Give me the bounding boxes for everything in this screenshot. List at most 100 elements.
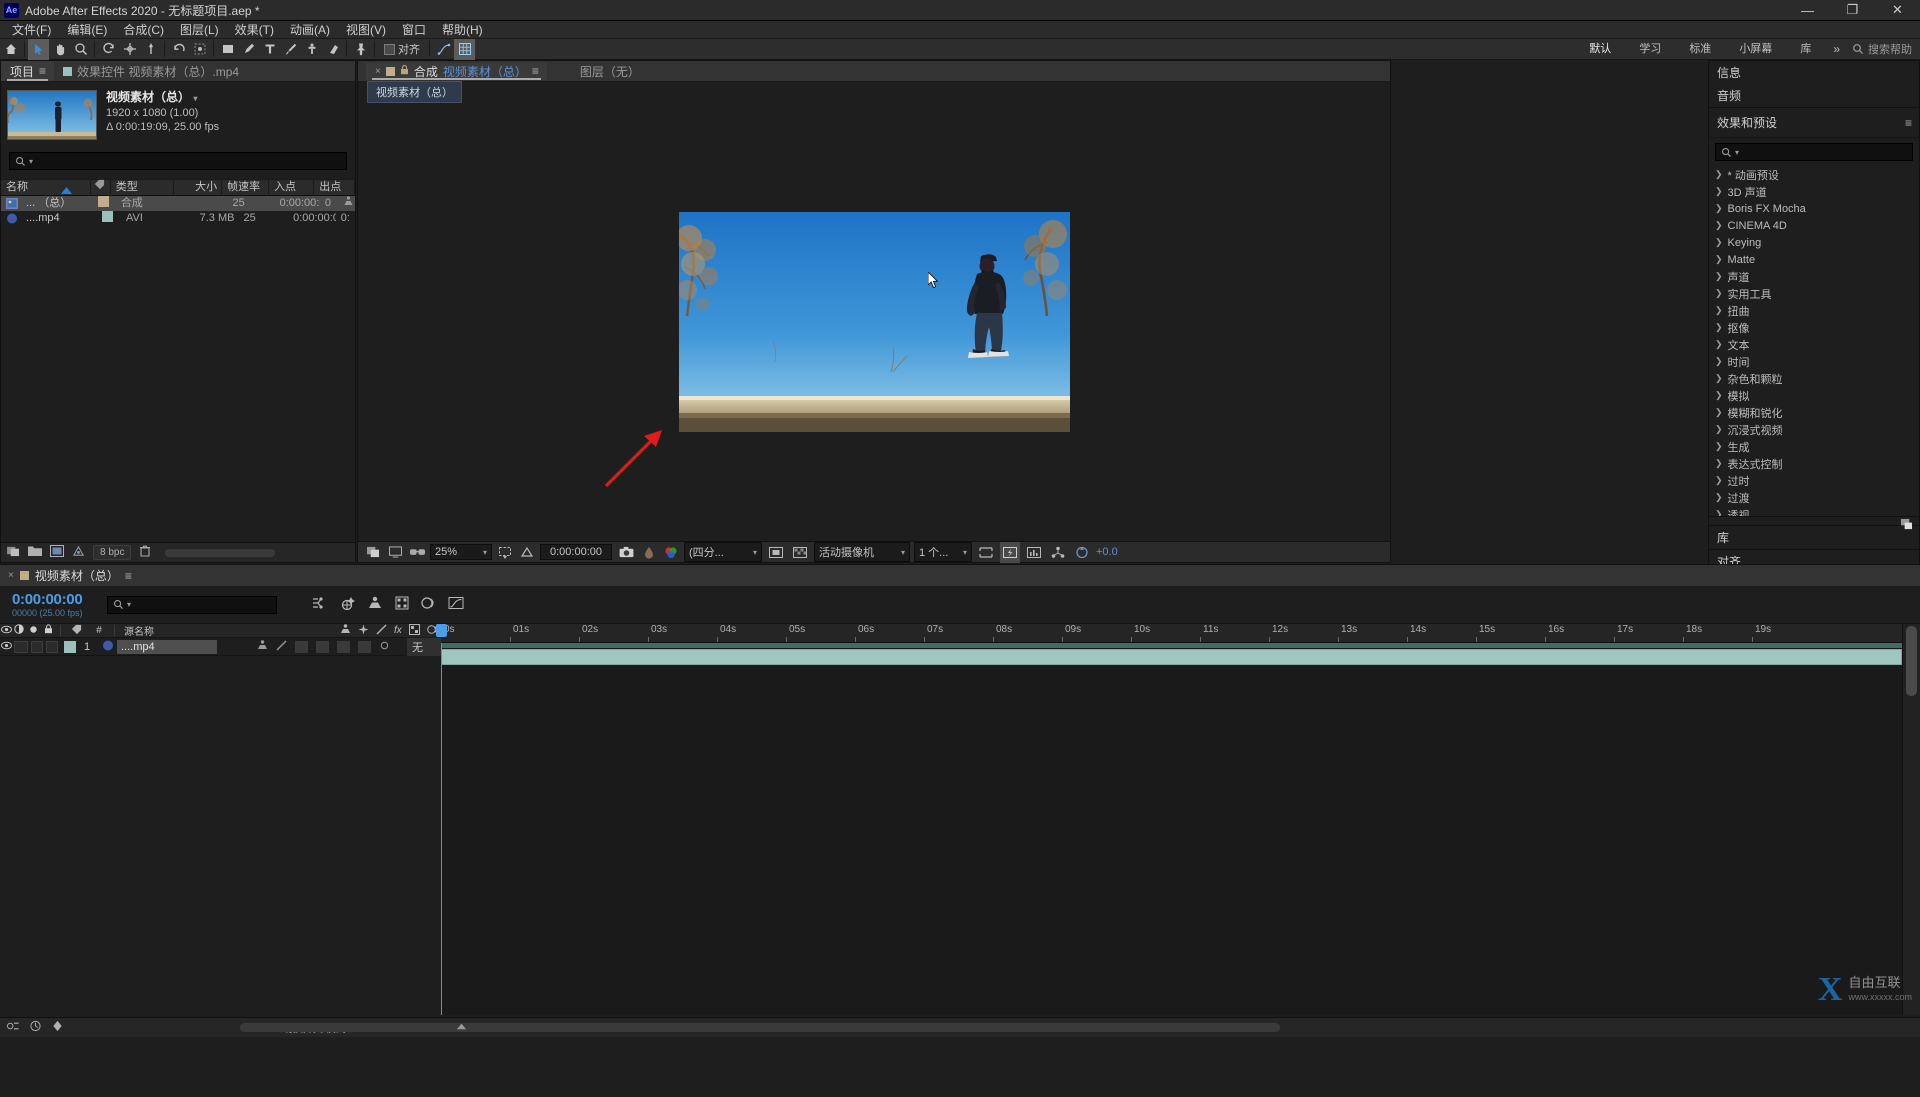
search-dropdown-icon[interactable]: ▾ — [29, 157, 33, 166]
menu-item-edit[interactable]: 编辑(E) — [59, 21, 115, 39]
timeline-ruler[interactable]: 0s 01s 02s 03s 04s 05s 06s 07s 08s 09s 1… — [441, 624, 1902, 643]
view-layout-select[interactable]: 1 个... ▾ — [914, 542, 972, 562]
chevron-right-icon[interactable]: ❯ — [1715, 407, 1723, 418]
composition-mini-flowchart-icon[interactable] — [311, 596, 327, 613]
chevron-right-icon[interactable]: ❯ — [1715, 322, 1723, 333]
home-icon[interactable] — [0, 39, 21, 60]
delete-icon[interactable] — [139, 545, 151, 560]
panel-menu-icon[interactable]: ≡ — [532, 64, 538, 78]
column-out-point[interactable]: 出点 — [314, 179, 355, 196]
close-button[interactable]: ✕ — [1875, 0, 1920, 21]
menu-item-help[interactable]: 帮助(H) — [434, 21, 491, 39]
chevron-right-icon[interactable]: ❯ — [1715, 509, 1723, 516]
effects-panel-header[interactable]: 效果和预设 ≡ — [1709, 108, 1919, 138]
list-item[interactable]: ❯3D 声道 — [1709, 183, 1919, 200]
auto-keyframe-icon[interactable] — [51, 1020, 64, 1035]
video-toggle-icon[interactable] — [0, 625, 12, 637]
lock-toggle-icon[interactable] — [40, 624, 56, 637]
audio-panel-header[interactable]: 音频 — [1709, 84, 1919, 107]
channel-rgb-icon[interactable] — [662, 542, 680, 563]
search-dropdown-icon[interactable]: ▾ — [127, 600, 131, 609]
close-icon[interactable]: × — [375, 66, 381, 77]
tab-layer[interactable]: 图层（无） — [571, 63, 649, 80]
label-column-icon[interactable] — [65, 624, 87, 638]
effects-icon[interactable]: fx — [394, 625, 402, 636]
undo-arrow-icon[interactable] — [168, 39, 189, 60]
quality-icon[interactable] — [376, 624, 387, 638]
graph-editor-icon[interactable] — [433, 39, 454, 60]
chevron-right-icon[interactable]: ❯ — [1715, 186, 1723, 197]
close-icon[interactable]: × — [8, 570, 14, 581]
tab-composition[interactable]: × 合成 视频素材（总） ≡ — [366, 63, 547, 80]
panel-menu-icon[interactable]: ≡ — [39, 64, 45, 78]
list-item[interactable]: ❯Matte — [1709, 251, 1919, 268]
new-composition-icon[interactable] — [50, 545, 64, 560]
row-shy-icon[interactable] — [338, 196, 355, 211]
chevron-right-icon[interactable]: ❯ — [1715, 237, 1723, 248]
menu-item-window[interactable]: 窗口 — [394, 21, 434, 39]
panel-menu-icon[interactable]: ≡ — [1905, 116, 1911, 130]
chevron-right-icon[interactable]: ❯ — [1715, 271, 1723, 282]
layer-audio-toggle[interactable] — [14, 641, 28, 653]
list-item[interactable]: ❯Keying — [1709, 234, 1919, 251]
list-item[interactable]: ❯透视 — [1709, 506, 1919, 516]
snap-toggle[interactable]: 对齐 — [378, 41, 426, 57]
shy-icon[interactable] — [340, 624, 351, 637]
layer-quality-switch[interactable] — [276, 640, 287, 654]
toggle-transparency-grid-icon[interactable] — [790, 542, 810, 563]
work-area-bar[interactable] — [441, 643, 1902, 648]
graph-editor-icon[interactable] — [448, 596, 464, 613]
timeline-search-input[interactable]: ▾ — [107, 596, 277, 614]
exposure-reset-icon[interactable] — [1072, 542, 1092, 563]
project-settings-icon[interactable] — [72, 545, 85, 560]
color-depth-button[interactable]: 8 bpc — [93, 545, 131, 560]
frame-blending-icon[interactable] — [409, 624, 420, 638]
draft-3d-icon[interactable] — [339, 596, 355, 613]
list-item[interactable]: ❯Boris FX Mocha — [1709, 200, 1919, 217]
list-item[interactable]: ❯沉浸式视频 — [1709, 421, 1919, 438]
pin-tool-icon[interactable] — [350, 39, 371, 60]
column-type[interactable]: 类型 — [111, 179, 174, 196]
current-time-display[interactable]: 0:00:00:00 — [540, 544, 612, 560]
snapshot-camera-icon[interactable] — [616, 542, 636, 563]
puppet-pin-tool-icon[interactable] — [140, 39, 161, 60]
playhead-handle[interactable] — [436, 624, 447, 637]
fast-previews-icon[interactable] — [1000, 542, 1020, 563]
list-item[interactable]: ❯杂色和颗粒 — [1709, 370, 1919, 387]
chevron-right-icon[interactable]: ❯ — [1715, 475, 1723, 486]
layer-frame-blend-switch[interactable] — [316, 641, 329, 653]
rotation-tool-icon[interactable] — [98, 39, 119, 60]
search-dropdown-icon[interactable]: ▾ — [1735, 148, 1739, 157]
menu-item-layer[interactable]: 图层(L) — [172, 21, 227, 39]
maximize-button[interactable]: ❐ — [1830, 0, 1875, 21]
column-label[interactable] — [91, 179, 111, 196]
timeline-graph-icon[interactable] — [1024, 542, 1044, 563]
list-item[interactable]: ❯过渡 — [1709, 489, 1919, 506]
list-item[interactable]: ❯表达式控制 — [1709, 455, 1919, 472]
list-item[interactable]: ❯过时 — [1709, 472, 1919, 489]
menu-item-composition[interactable]: 合成(C) — [115, 21, 172, 39]
transparency-grid-icon[interactable] — [518, 542, 536, 563]
minimize-button[interactable]: — — [1785, 0, 1830, 21]
layer-clip-bar[interactable] — [441, 649, 1902, 665]
pen-tool-icon[interactable] — [238, 39, 259, 60]
anchor-point-tool-icon[interactable] — [119, 39, 140, 60]
interpret-footage-icon[interactable] — [7, 545, 20, 560]
chevron-right-icon[interactable]: ❯ — [1715, 339, 1723, 350]
chevron-right-icon[interactable]: ❯ — [1715, 458, 1723, 469]
brush-tool-icon[interactable] — [280, 39, 301, 60]
chevron-right-icon[interactable]: ❯ — [1715, 169, 1723, 180]
workspace-default[interactable]: 默认 — [1575, 39, 1625, 60]
workspace-more-button[interactable]: » — [1825, 42, 1848, 56]
column-in-point[interactable]: 入点 — [269, 179, 314, 196]
effects-list[interactable]: ❯* 动画预设 ❯3D 声道 ❯Boris FX Mocha ❯CINEMA 4… — [1709, 166, 1919, 516]
chevron-right-icon[interactable]: ❯ — [1715, 441, 1723, 452]
enable-frame-blending-icon[interactable] — [395, 596, 409, 613]
zoom-tool-icon[interactable] — [70, 39, 91, 60]
snap-checkbox-icon[interactable] — [384, 44, 395, 55]
table-row[interactable]: ....mp4 AVI 7.3 MB 25 0:00:00:00 0: — [1, 211, 355, 226]
table-row[interactable]: ... （总） 合成 25 0:00:00:00 0 — [1, 196, 355, 211]
3d-glasses-icon[interactable] — [408, 542, 426, 563]
column-source-name[interactable]: 源名称 — [118, 623, 340, 638]
layer-label-swatch[interactable] — [64, 641, 76, 653]
